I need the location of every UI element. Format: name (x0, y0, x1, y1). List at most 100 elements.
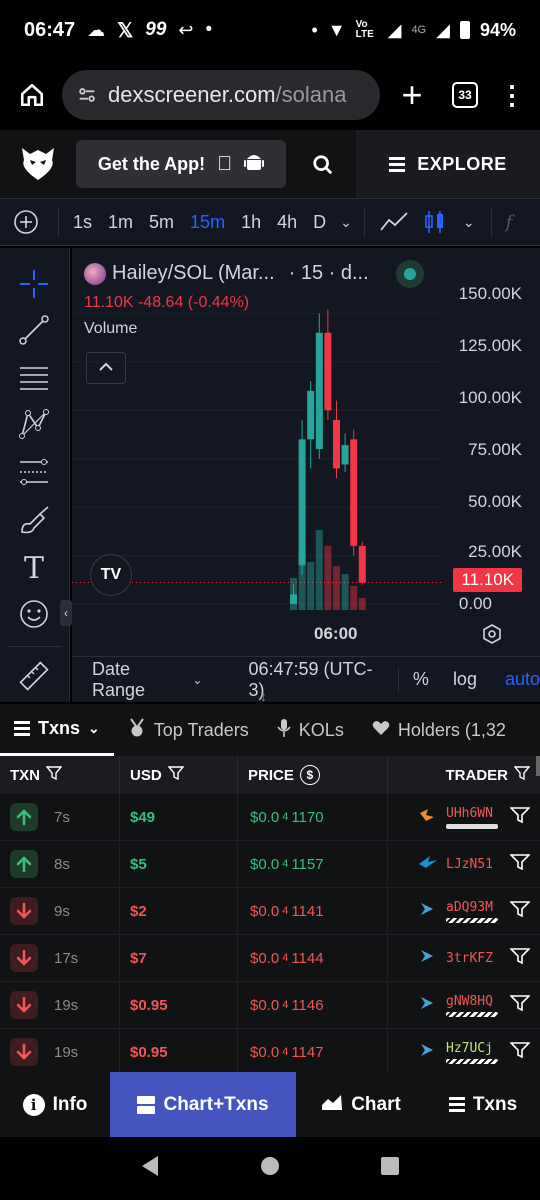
nav-chart-txns[interactable]: Chart+Txns (110, 1072, 296, 1137)
function-icon[interactable]: f (498, 212, 521, 233)
trader-tag-bar (446, 917, 498, 923)
nav-chart[interactable]: Chart (296, 1072, 426, 1137)
txns-table-body: 7s $49 $0.0 4 1170 UHh6WN 8s $5 $0.0 4 1… (0, 793, 540, 1076)
nav-info[interactable]: i Info (0, 1072, 110, 1137)
table-row[interactable]: 7s $49 $0.0 4 1170 UHh6WN (0, 793, 540, 841)
get-app-button[interactable]: Get the App!  (76, 140, 286, 188)
tab-switcher-button[interactable]: 33 (452, 82, 478, 108)
nav-txns[interactable]: Txns (426, 1072, 540, 1137)
dexscreener-logo-icon[interactable] (18, 142, 58, 187)
resize-handle[interactable]: ↕ (260, 689, 267, 703)
filter-icon[interactable] (509, 994, 531, 1016)
drawing-toolbar: T ‹ (0, 248, 72, 702)
app-header: Get the App!  EXPLORE (0, 130, 540, 198)
home-icon[interactable] (14, 77, 50, 113)
trend-line-icon[interactable] (16, 312, 52, 348)
chart-area[interactable]: Hailey/SOL (Mar... · 15 · d... 11.10K -4… (72, 248, 540, 702)
tradingview-logo[interactable]: TV (90, 554, 132, 596)
site-settings-icon[interactable] (76, 84, 98, 106)
filter-icon[interactable] (509, 806, 531, 828)
filter-icon[interactable] (513, 765, 531, 785)
table-scrollbar[interactable] (536, 756, 540, 776)
filter-icon[interactable] (509, 853, 531, 875)
tab-holders[interactable]: Holders (1,32 (358, 704, 520, 756)
new-tab-icon[interactable]: + (392, 74, 432, 116)
timeframe-1m[interactable]: 1m (100, 212, 141, 233)
filter-icon[interactable] (45, 765, 63, 785)
horizontal-lines-icon[interactable] (16, 360, 52, 396)
chevron-down-icon: ⌄ (88, 720, 100, 736)
fib-retracement-icon[interactable] (16, 454, 52, 490)
log-toggle[interactable]: log (453, 669, 477, 690)
candles-icon[interactable] (417, 209, 453, 235)
bird-icon (418, 854, 438, 874)
column-txn[interactable]: TXN (0, 756, 120, 794)
filter-icon[interactable] (509, 900, 531, 922)
txn-age: 19s (54, 1043, 79, 1061)
table-row[interactable]: 17s $7 $0.0 4 1144 3trKFZ (0, 934, 540, 982)
text-tool-icon[interactable]: T (16, 550, 52, 586)
tab-txns[interactable]: Txns ⌄ (0, 704, 114, 756)
collapse-toolbar-icon[interactable]: ‹ (60, 600, 72, 626)
table-row[interactable]: 8s $5 $0.0 4 1157 LJzN51 (0, 840, 540, 888)
clock: 06:47 (24, 18, 76, 41)
txn-age: 8s (54, 855, 70, 873)
arrow-down-icon (10, 991, 38, 1019)
filter-icon[interactable] (167, 765, 185, 785)
url-bar[interactable]: dexscreener.com/solana (62, 70, 380, 120)
table-row[interactable]: 19s $0.95 $0.0 4 1147 Hz7UCj (0, 1028, 540, 1076)
usd-cell: $0.95 (120, 981, 238, 1029)
recents-icon[interactable] (380, 1156, 400, 1181)
add-indicator-icon[interactable] (0, 209, 52, 235)
url-path: /solana (275, 82, 347, 107)
timeframe-1h[interactable]: 1h (233, 212, 269, 233)
tab-kols[interactable]: KOLs (263, 704, 358, 756)
timeframe-4h[interactable]: 4h (269, 212, 305, 233)
trader-cell: gNW8HQ (388, 982, 540, 1029)
explore-button[interactable]: EXPLORE (356, 130, 540, 198)
settings-icon[interactable] (482, 624, 502, 649)
txn-age: 7s (54, 808, 70, 826)
back-icon[interactable] (140, 1155, 160, 1182)
auto-toggle[interactable]: auto (505, 669, 540, 690)
trader-tag[interactable]: Hz7UCj (446, 1041, 502, 1064)
volume-bar (341, 574, 349, 610)
timeframe-d[interactable]: D (305, 212, 334, 233)
menu-icon (389, 156, 406, 172)
home-button-icon[interactable] (259, 1155, 281, 1182)
ruler-icon[interactable] (16, 658, 52, 694)
more-menu-icon[interactable]: ⋮ (498, 80, 526, 111)
line-chart-icon[interactable] (371, 210, 417, 234)
chevron-down-icon[interactable]: ⌄ (453, 214, 485, 231)
tab-top-traders[interactable]: Top Traders (114, 704, 263, 756)
column-trader[interactable]: TRADER (388, 756, 540, 794)
trader-tag[interactable]: aDQ93M (446, 900, 502, 923)
txn-cell: 8s (0, 840, 120, 888)
trader-tag[interactable]: LJzN51 (446, 857, 502, 872)
txn-age: 19s (54, 996, 79, 1014)
brush-icon[interactable] (16, 502, 52, 538)
table-row[interactable]: 9s $2 $0.0 4 1141 aDQ93M (0, 887, 540, 935)
trader-tag[interactable]: 3trKFZ (446, 951, 502, 966)
emoji-icon[interactable] (16, 596, 52, 632)
filter-icon[interactable] (509, 1041, 531, 1063)
pattern-tool-icon[interactable] (16, 406, 52, 442)
timeframe-5m[interactable]: 5m (141, 212, 182, 233)
dollar-toggle-icon[interactable]: $ (299, 765, 320, 785)
trader-tag[interactable]: UHh6WN (446, 806, 502, 829)
android-icon (244, 151, 265, 178)
chevron-down-icon[interactable]: ⌄ (334, 214, 358, 231)
crosshair-icon[interactable] (16, 266, 52, 302)
timeframe-1s[interactable]: 1s (65, 212, 100, 233)
candlestick-chart[interactable] (72, 248, 540, 702)
column-price[interactable]: PRICE $ (238, 756, 388, 794)
percent-toggle[interactable]: % (413, 669, 429, 690)
filter-icon[interactable] (509, 947, 531, 969)
trader-tag[interactable]: gNW8HQ (446, 994, 502, 1017)
search-icon[interactable] (312, 154, 334, 181)
timeframe-15m[interactable]: 15m (182, 212, 233, 233)
column-usd[interactable]: USD (120, 756, 238, 794)
price-cell: $0.0 4 1141 (238, 887, 388, 935)
date-range-button[interactable]: Date Range ⌄ (92, 659, 202, 701)
table-row[interactable]: 19s $0.95 $0.0 4 1146 gNW8HQ (0, 981, 540, 1029)
